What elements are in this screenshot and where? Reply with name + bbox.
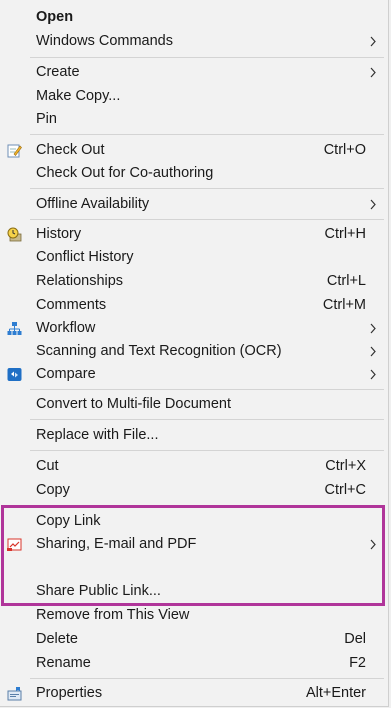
menu-item-create[interactable]: Create <box>0 61 388 84</box>
menu-item-copy-link[interactable]: Copy Link <box>0 510 388 533</box>
menu-item-shortcut: Alt+Enter <box>305 685 366 701</box>
menu-separator <box>30 450 384 451</box>
menu-item-make-copy[interactable]: Make Copy... <box>0 85 388 108</box>
menu-item-shortcut: Ctrl+C <box>324 482 367 498</box>
menu-item-check-out-coauthoring[interactable]: Check Out for Co-authoring <box>0 162 388 185</box>
menu-item-relationships[interactable]: Relationships Ctrl+L <box>0 270 388 293</box>
menu-item-comments[interactable]: Comments Ctrl+M <box>0 294 388 317</box>
menu-separator <box>30 419 384 420</box>
menu-item-label: Copy Link <box>36 513 101 529</box>
menu-item-conflict-history[interactable]: Conflict History <box>0 246 388 269</box>
menu-separator <box>30 134 384 135</box>
menu-item-windows-commands[interactable]: Windows Commands <box>0 30 388 53</box>
menu-item-label: Offline Availability <box>36 196 150 212</box>
menu-item-label: Scanning and Text Recognition (OCR) <box>36 343 282 359</box>
compare-icon <box>7 368 22 381</box>
menu-item-workflow[interactable]: Workflow <box>0 317 388 340</box>
chevron-right-icon <box>370 346 376 357</box>
menu-item-rename[interactable]: Rename F2 <box>0 652 388 675</box>
menu-item-shortcut: Ctrl+L <box>326 273 366 289</box>
menu-item-label: Open <box>36 9 74 25</box>
menu-item-check-out[interactable]: Check Out Ctrl+O <box>0 139 388 162</box>
menu-item-shortcut: Ctrl+H <box>324 226 367 242</box>
menu-item-shortcut: Del <box>344 631 366 647</box>
menu-item-remove-from-view[interactable]: Remove from This View <box>0 604 388 627</box>
menu-item-label: Make Copy... <box>36 88 121 104</box>
menu-separator <box>30 188 384 189</box>
menu-item-label: History <box>36 226 82 242</box>
menu-item-label: Check Out for Co-authoring <box>36 165 214 181</box>
chevron-right-icon <box>370 67 376 78</box>
menu-item-offline-availability[interactable]: Offline Availability <box>0 193 388 216</box>
menu-item-label: Relationships <box>36 273 124 289</box>
menu-separator <box>30 678 384 679</box>
menu-item-properties[interactable]: Properties Alt+Enter <box>0 682 388 705</box>
menu-item-convert-multifile[interactable]: Convert to Multi-file Document <box>0 393 388 416</box>
menu-item-replace-with-file[interactable]: Replace with File... <box>0 424 388 447</box>
chevron-right-icon <box>370 323 376 334</box>
menu-item-copy[interactable]: Copy Ctrl+C <box>0 479 388 502</box>
edit-pencil-icon <box>7 144 22 158</box>
properties-icon <box>7 687 22 701</box>
menu-item-shortcut: Ctrl+M <box>322 297 366 313</box>
menu-item-label: Check Out <box>36 142 105 158</box>
menu-item-sharing-email-pdf[interactable]: Sharing, E-mail and PDF <box>0 533 388 556</box>
chevron-right-icon <box>370 199 376 210</box>
menu-item-history[interactable]: History Ctrl+H <box>0 223 388 246</box>
history-clock-icon <box>7 227 22 242</box>
menu-item-label: Cut <box>36 458 59 474</box>
menu-item-shortcut: Ctrl+O <box>323 142 366 158</box>
menu-item-label: Pin <box>36 111 57 127</box>
menu-item-share-public-link[interactable]: Share Public Link... <box>0 580 388 603</box>
menu-item-label: Share Public Link... <box>36 583 161 599</box>
menu-item-label: Comments <box>36 297 107 313</box>
menu-separator <box>30 219 384 220</box>
menu-item-label: Workflow <box>36 320 96 336</box>
menu-item-scanning-ocr[interactable]: Scanning and Text Recognition (OCR) <box>0 340 388 363</box>
menu-item-compare[interactable]: Compare <box>0 363 388 386</box>
menu-item-label: Remove from This View <box>36 607 190 623</box>
menu-item-pin[interactable]: Pin <box>0 108 388 131</box>
chevron-right-icon <box>370 36 376 47</box>
menu-item-label: Windows Commands <box>36 33 173 49</box>
menu-item-shortcut: Ctrl+X <box>325 458 366 474</box>
menu-separator <box>30 57 384 58</box>
menu-item-label: Sharing, E-mail and PDF <box>36 536 197 552</box>
menu-separator <box>30 389 384 390</box>
chevron-right-icon <box>370 369 376 380</box>
context-menu: Open Windows Commands Create Make Copy..… <box>0 0 389 707</box>
menu-item-label: Replace with File... <box>36 427 159 443</box>
share-pdf-icon <box>7 538 22 551</box>
menu-item-label: Delete <box>36 631 78 647</box>
menu-item-label: Conflict History <box>36 249 134 265</box>
chevron-right-icon <box>370 539 376 550</box>
menu-item-label: Convert to Multi-file Document <box>36 396 232 412</box>
menu-item-cut[interactable]: Cut Ctrl+X <box>0 455 388 478</box>
menu-item-label: Properties <box>36 685 103 701</box>
menu-item-label: Compare <box>36 366 96 382</box>
workflow-icon <box>7 322 22 335</box>
menu-item-label: Copy <box>36 482 70 498</box>
menu-item-shortcut: F2 <box>349 655 366 671</box>
menu-item-label: Create <box>36 64 80 80</box>
menu-item-open[interactable]: Open <box>0 6 388 29</box>
menu-item-delete[interactable]: Delete Del <box>0 628 388 651</box>
menu-item-label: Rename <box>36 655 91 671</box>
